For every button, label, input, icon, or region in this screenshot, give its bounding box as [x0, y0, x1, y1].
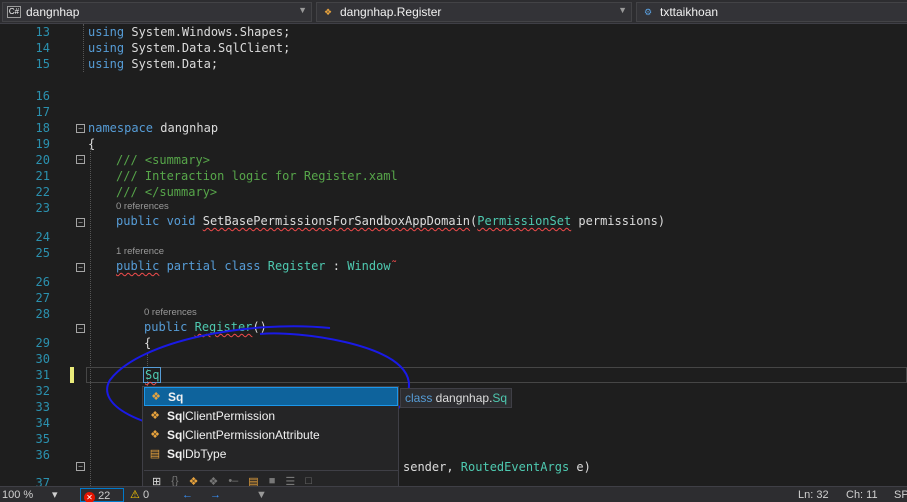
chevron-down-icon: ▼: [298, 5, 307, 15]
fold-toggle-icon[interactable]: −: [76, 155, 85, 164]
quick-info-tooltip: class dangnhap.Sq: [400, 388, 513, 408]
line-number: 18: [35, 121, 50, 135]
error-count-button[interactable]: ✕ 22: [80, 488, 124, 502]
zoom-level[interactable]: 100 %: [2, 488, 33, 502]
code-editor[interactable]: 13 14 15 16 17 18 19 20 21 22 23 24 25 2…: [0, 24, 907, 486]
line-number: 31: [35, 368, 50, 382]
class-icon: ❖: [150, 410, 160, 422]
line-number: 20: [35, 153, 50, 167]
line-number: 34: [35, 416, 50, 430]
codelens-references[interactable]: 0 references: [116, 201, 169, 212]
fold-toggle-icon[interactable]: −: [76, 462, 85, 471]
warning-count-button[interactable]: ⚠ 0: [130, 488, 149, 502]
line-number: 27: [35, 291, 50, 305]
line-number: 32: [35, 384, 50, 398]
code-line-14: using System.Data.SqlClient;: [88, 41, 291, 55]
line-number: 24: [35, 230, 50, 244]
code-line-37: sender, RoutedEventArgs e): [403, 460, 591, 474]
error-icon: ✕: [84, 492, 95, 502]
insert-mode-indicator: SP: [894, 489, 907, 501]
chevron-down-icon[interactable]: ▾: [52, 488, 58, 502]
indent-guide: [83, 24, 84, 72]
line-number: 36: [35, 448, 50, 462]
line-number: 23: [35, 201, 50, 215]
line-indicator: Ln: 32: [798, 489, 829, 501]
navigation-bar: C# dangnhap ▼ ❖ dangnhap.Register ▼ ⚙ tx…: [0, 0, 907, 24]
status-bar: 100 % ▾ ✕ 22 ⚠ 0 ← → ▼ Ln: 32 Ch: 11 SP: [0, 486, 907, 502]
line-number: 17: [35, 105, 50, 119]
code-line-19: namespace dangnhap: [88, 121, 219, 135]
line-number: 15: [35, 57, 50, 71]
field-icon: ⚙: [643, 6, 653, 17]
fold-toggle-icon[interactable]: −: [76, 263, 85, 272]
chevron-down-icon: ▼: [618, 5, 627, 15]
warning-icon: ⚠: [130, 489, 140, 501]
code-line-13: using System.Windows.Shapes;: [88, 25, 291, 39]
fold-toggle-icon[interactable]: −: [76, 124, 85, 133]
line-number: 21: [35, 169, 50, 183]
indent-guide: [90, 148, 91, 486]
project-name: dangnhap: [26, 5, 80, 19]
line-number: 29: [35, 336, 50, 350]
line-number: 26: [35, 275, 50, 289]
member-dropdown[interactable]: ⚙ txttaikhoan: [636, 2, 907, 22]
code-line-23: /// </summary>: [116, 185, 218, 199]
class-icon: ❖: [150, 429, 160, 441]
line-number: 25: [35, 246, 50, 260]
line-number: 13: [35, 25, 50, 39]
line-number: 19: [35, 137, 50, 151]
project-dropdown[interactable]: C# dangnhap ▼: [2, 2, 312, 22]
code-line-22: /// Interaction logic for Register.xaml: [116, 169, 398, 183]
codelens-references[interactable]: 1 reference: [116, 246, 164, 257]
code-line-20: {: [88, 137, 96, 151]
class-dropdown[interactable]: ❖ dangnhap.Register ▼: [316, 2, 632, 22]
column-indicator: Ch: 11: [846, 489, 878, 501]
class-icon: ❖: [323, 6, 333, 17]
line-number: 33: [35, 400, 50, 414]
csharp-project-icon: C#: [6, 6, 22, 18]
class-name: dangnhap.Register: [340, 5, 442, 19]
fold-toggle-icon[interactable]: −: [76, 324, 85, 333]
line-number: 35: [35, 432, 50, 446]
completion-item[interactable]: ▤ Sq lDbType: [144, 444, 398, 463]
code-line-15: using System.Data;: [88, 57, 219, 71]
navigate-back-icon[interactable]: ←: [182, 488, 193, 502]
fold-toggle-icon[interactable]: −: [76, 218, 85, 227]
navigate-forward-icon[interactable]: →: [210, 488, 221, 502]
intellisense-popup[interactable]: ❖ Sq ❖ Sq lClientPermission ❖ Sq lClientPe…: [142, 386, 399, 492]
completion-item[interactable]: ❖ Sq lClientPermission: [144, 406, 398, 425]
class-icon: ❖: [151, 391, 161, 403]
completion-item[interactable]: ❖ Sq: [144, 387, 398, 406]
member-name: txttaikhoan: [660, 5, 719, 19]
brush-icon[interactable]: ▼: [256, 488, 267, 502]
completion-item[interactable]: ❖ Sq lClientPermissionAttribute: [144, 425, 398, 444]
line-number: 22: [35, 185, 50, 199]
error-squiggle: SetBasePermissionsForSandboxAppDomain: [202, 214, 471, 228]
code-line-26: public partial class Register : Window˜: [116, 259, 398, 273]
line-number: 30: [35, 352, 50, 366]
code-line-24: public void SetBasePermissionsForSandbox…: [116, 214, 666, 228]
unsaved-change-marker: [70, 367, 74, 383]
enum-icon: ▤: [149, 448, 161, 460]
line-number: 14: [35, 41, 50, 55]
code-line-21: /// <summary>: [116, 153, 210, 167]
line-number: 16: [35, 89, 50, 103]
line-number: 28: [35, 307, 50, 321]
codelens-references[interactable]: 0 references: [144, 307, 197, 318]
line-number: 37: [35, 476, 50, 486]
